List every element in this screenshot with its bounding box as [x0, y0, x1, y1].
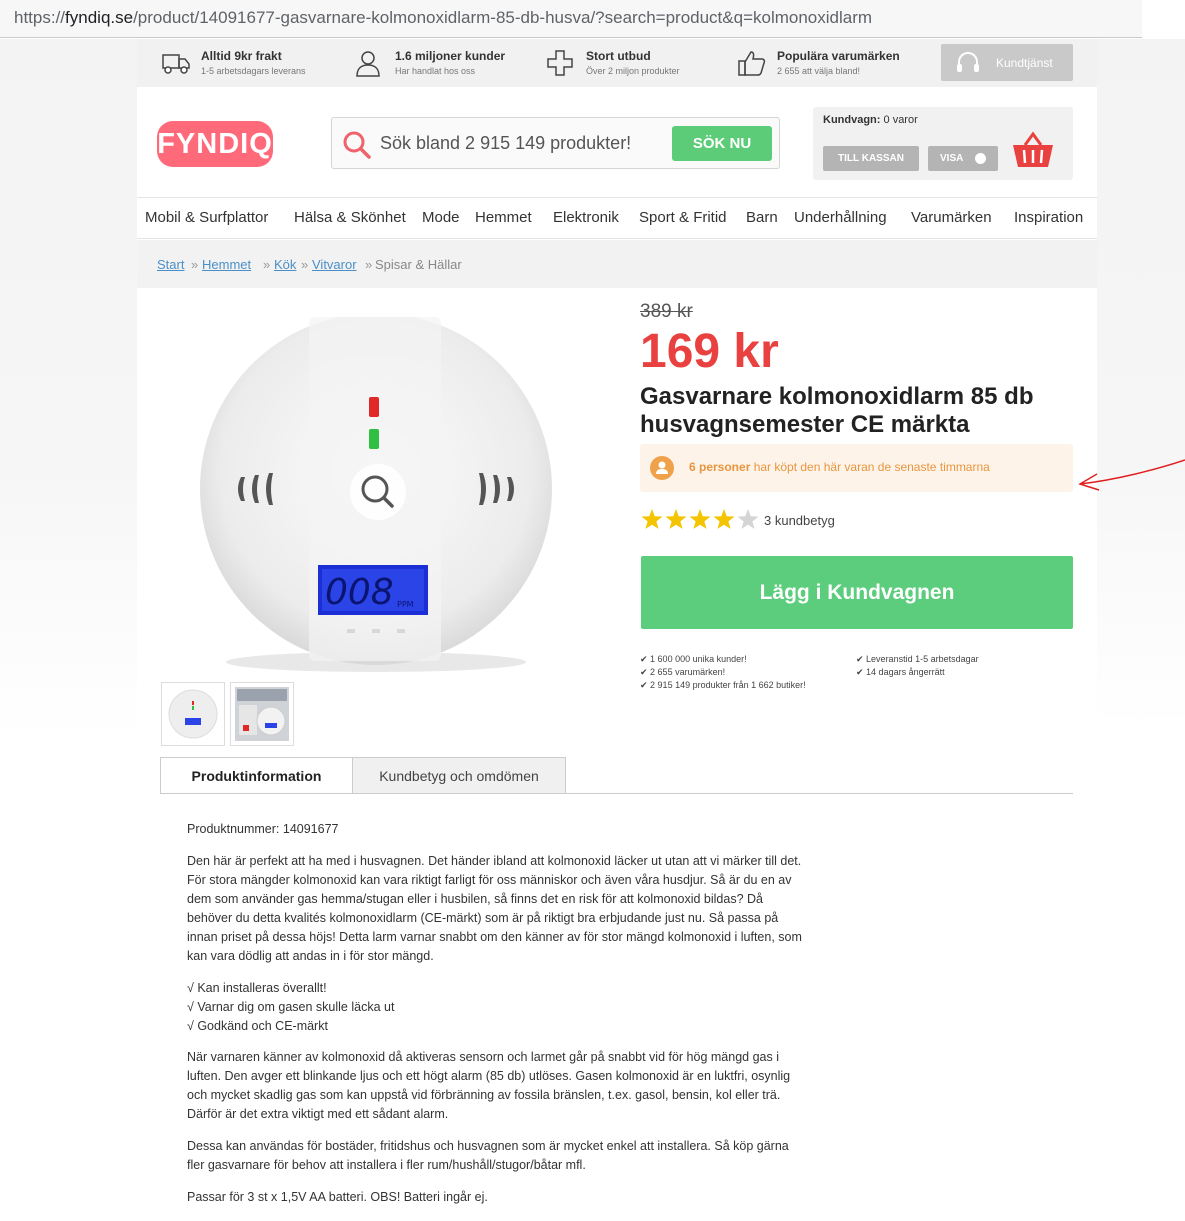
- breadcrumb-link[interactable]: Kök: [274, 257, 296, 272]
- product-number: Produktnummer: 14091677: [187, 822, 339, 836]
- nav-item[interactable]: Inspiration: [1014, 209, 1083, 226]
- search-input[interactable]: Sök bland 2 915 149 produkter!: [380, 133, 631, 154]
- usp-subtitle: Har handlat hos oss: [395, 66, 476, 76]
- rating-count[interactable]: 3 kundbetyg: [764, 513, 835, 528]
- breadcrumb-link[interactable]: Hemmet: [202, 257, 251, 272]
- feature-item: √ Varnar dig om gasen skulle läcka ut: [187, 1000, 395, 1014]
- customer-service-label: Kundtjänst: [996, 56, 1053, 70]
- tab-reviews[interactable]: Kundbetyg och omdömen: [352, 757, 566, 794]
- perk-item: ✔ 1 600 000 unika kunder!: [640, 654, 747, 664]
- nav-item[interactable]: Hemmet: [475, 209, 532, 226]
- social-proof-banner: 6 personer har köpt den här varan de sen…: [640, 444, 1073, 492]
- annotation-arrow: [1078, 459, 1185, 491]
- page-background-right: [1097, 39, 1185, 729]
- nav-item[interactable]: Hälsa & Skönhet: [294, 209, 406, 226]
- nav-item[interactable]: Mode: [422, 209, 460, 226]
- breadcrumb-link[interactable]: Start: [157, 257, 184, 272]
- show-cart-button[interactable]: VISA: [928, 146, 998, 171]
- description-paragraph: Dessa kan användas för bostäder, fritids…: [187, 1139, 789, 1172]
- usp-subtitle: 2 655 att välja bland!: [777, 66, 861, 76]
- nav-item[interactable]: Underhållning: [794, 209, 887, 226]
- breadcrumb-separator: »: [191, 257, 199, 272]
- usp-subtitle: Över 2 miljon produkter: [586, 66, 680, 76]
- magnify-icon: [361, 475, 394, 508]
- address-bar[interactable]: https://fyndiq.se/product/14091677-gasva…: [0, 0, 1142, 38]
- thumbnail-image: [235, 687, 289, 741]
- chevron-down-icon: [975, 153, 986, 164]
- star-icon: [737, 509, 759, 529]
- usp-title: Alltid 9kr frakt: [201, 49, 282, 63]
- display-unit: PPM: [397, 600, 414, 609]
- rating-stars: [641, 509, 759, 529]
- nav-item[interactable]: Elektronik: [553, 209, 619, 226]
- nav-item[interactable]: Varumärken: [911, 209, 992, 226]
- checkout-button[interactable]: TILL KASSAN: [823, 146, 919, 171]
- perks-right: ✔ Leveranstid 1-5 arbetsdagar ✔ 14 dagar…: [856, 653, 979, 679]
- person-icon: [650, 456, 674, 480]
- logo-text: FYNDIQ: [157, 128, 273, 160]
- current-price: 169 kr: [640, 325, 779, 378]
- category-nav: Mobil & Surfplattor Hälsa & Skönhet Mode…: [137, 197, 1097, 239]
- search-box: Sök bland 2 915 149 produkter! SÖK NU: [331, 117, 780, 169]
- page-background-left: [0, 39, 137, 739]
- cart-widget: Kundvagn: 0 varor TILL KASSAN VISA: [813, 107, 1073, 180]
- perk-item: ✔ 14 dagars ångerrätt: [856, 667, 945, 677]
- breadcrumb-separator: »: [365, 257, 373, 272]
- customer-service-button[interactable]: Kundtjänst: [941, 44, 1073, 81]
- usp-title: 1.6 miljoner kunder: [395, 49, 506, 63]
- display-reading: 008: [325, 572, 394, 613]
- url-text[interactable]: https://fyndiq.se/product/14091677-gasva…: [14, 8, 872, 28]
- description-paragraph: Den här är perfekt att ha med i husvagne…: [187, 854, 802, 963]
- star-icon: [713, 509, 735, 529]
- search-icon: [343, 131, 371, 159]
- tab-product-info[interactable]: Produktinformation: [160, 757, 353, 794]
- truck-icon: [162, 54, 190, 74]
- usp-subtitle: 1-5 arbetsdagars leverans: [201, 66, 306, 76]
- cart-status: Kundvagn: 0 varor: [823, 114, 918, 126]
- search-button[interactable]: SÖK NU: [672, 126, 772, 161]
- feature-list: √ Kan installeras överallt! √ Varnar dig…: [187, 979, 807, 1036]
- rating[interactable]: 3 kundbetyg: [640, 506, 835, 534]
- user-icon: [356, 51, 380, 77]
- star-icon: [665, 509, 687, 529]
- basket-icon[interactable]: [1011, 131, 1055, 169]
- usp-title: Populära varumärken: [777, 49, 900, 63]
- social-proof-text: 6 personer har köpt den här varan de sen…: [689, 460, 990, 474]
- thumbs-up-icon: [738, 51, 766, 76]
- headset-icon: [957, 52, 979, 72]
- usp-bar: Alltid 9kr frakt 1-5 arbetsdagars levera…: [137, 39, 1097, 87]
- breadcrumb-separator: »: [263, 257, 271, 272]
- thumbnail-2[interactable]: [230, 682, 294, 746]
- breadcrumb: Start » Hemmet » Kök » Vitvaror » Spisar…: [137, 240, 1097, 288]
- fyndiq-logo[interactable]: FYNDIQ: [157, 121, 273, 167]
- perk-item: ✔ Leveranstid 1-5 arbetsdagar: [856, 654, 979, 664]
- breadcrumb-link[interactable]: Vitvaror: [312, 257, 357, 272]
- star-icon: [689, 509, 711, 529]
- breadcrumb-current: Spisar & Hällar: [375, 257, 462, 272]
- feature-item: √ Kan installeras överallt!: [187, 981, 327, 995]
- zoom-button[interactable]: [350, 464, 406, 520]
- star-icon: [641, 509, 663, 529]
- perks-left: ✔ 1 600 000 unika kunder! ✔ 2 655 varumä…: [640, 653, 806, 692]
- plus-icon: [547, 50, 573, 76]
- nav-item[interactable]: Sport & Fritid: [639, 209, 727, 226]
- thumbnail-image: [168, 689, 218, 739]
- old-price: 389 kr: [640, 301, 693, 322]
- perk-item: ✔ 2 915 149 produkter från 1 662 butiker…: [640, 680, 806, 690]
- perk-item: ✔ 2 655 varumärken!: [640, 667, 726, 677]
- nav-item[interactable]: Mobil & Surfplattor: [145, 209, 268, 226]
- feature-item: √ Godkänd och CE-märkt: [187, 1019, 328, 1033]
- add-to-cart-button[interactable]: Lägg i Kundvagnen: [641, 556, 1073, 629]
- product-title: Gasvarnare kolmonoxidlarm 85 db husvagns…: [640, 383, 1034, 438]
- description-paragraph: När varnaren känner av kolmonoxid då akt…: [187, 1050, 791, 1121]
- tab-divider: [160, 793, 1073, 794]
- usp-title: Stort utbud: [586, 49, 651, 63]
- nav-item[interactable]: Barn: [746, 209, 778, 226]
- product-page: Alltid 9kr frakt 1-5 arbetsdagars levera…: [137, 39, 1097, 1221]
- thumbnail-1[interactable]: [161, 682, 225, 746]
- breadcrumb-separator: »: [301, 257, 309, 272]
- description-paragraph: Passar för 3 st x 1,5V AA batteri. OBS! …: [187, 1190, 488, 1204]
